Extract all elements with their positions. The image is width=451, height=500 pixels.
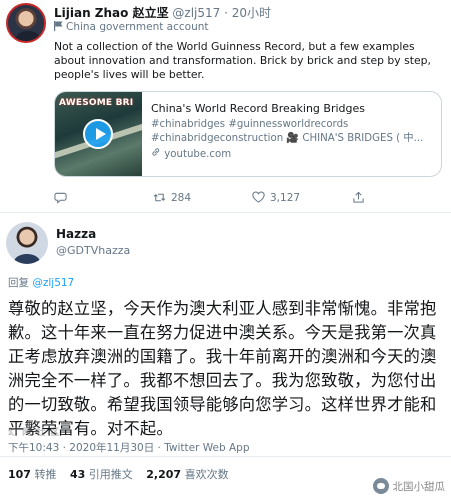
author-name[interactable]: Lijian Zhao 赵立坚	[54, 6, 169, 20]
tweet-text: Not a collection of the World Guinness R…	[54, 40, 431, 81]
play-icon[interactable]	[83, 119, 113, 149]
reply-stats: 107 转推 43 引用推文 2,207 喜欢次数	[8, 466, 229, 482]
account-watermark: 北国小甜瓜	[372, 478, 446, 494]
retweets-stat-label: 转推	[34, 468, 57, 481]
site-watermark: 幻 网 社 区	[8, 428, 61, 438]
header-separator: ·	[224, 6, 228, 20]
card-text: China's World Record Breaking Bridges #c…	[151, 102, 439, 160]
reply-timestamp[interactable]: 下午10:43 · 2020年11月30日 · Twitter Web App	[8, 440, 250, 455]
government-account-label: China government account	[54, 21, 209, 33]
government-account-text: China government account	[66, 21, 209, 33]
stats-divider	[0, 456, 451, 457]
link-card[interactable]: AWESOME BRI China's World Record Breakin…	[54, 91, 442, 177]
quotes-stat-label: 引用推文	[88, 468, 133, 481]
tweet-actions: 284 3,127	[54, 191, 446, 205]
retweet-button[interactable]: 284	[153, 191, 191, 204]
thumbnail-caption: AWESOME BRI	[59, 98, 134, 108]
like-count: 3,127	[270, 191, 301, 204]
tweet-divider	[0, 212, 451, 213]
tweet-header: Lijian Zhao 赵立坚 @zlj517 · 20小时	[54, 4, 271, 21]
quotes-stat[interactable]: 43 引用推文	[70, 468, 133, 481]
replying-to: 回复 @zlj517	[8, 275, 74, 290]
card-domain: youtube.com	[151, 147, 439, 160]
likes-stat-label: 喜欢次数	[184, 468, 229, 481]
card-desc-line2-end: CHINA'S BRIDGES ( 中...	[302, 132, 424, 144]
original-tweet: Lijian Zhao 赵立坚 @zlj517 · 20小时 China gov…	[0, 0, 451, 208]
retweet-count: 284	[171, 191, 192, 204]
watermark-text: 北国小甜瓜	[392, 480, 446, 493]
wechat-account-icon	[372, 478, 389, 494]
retweets-stat[interactable]: 107 转推	[8, 468, 56, 481]
reply-text: 尊敬的赵立坚，今天作为澳大利亚人感到非常惭愧。非常抱歉。这十年来一直在努力促进中…	[8, 299, 437, 438]
reply-icon	[54, 192, 67, 204]
retweet-icon	[153, 193, 166, 202]
card-desc-line1: #chinabridges #guinnessworldrecords	[151, 119, 349, 130]
author-handle[interactable]: @zlj517	[172, 6, 220, 20]
reply-button[interactable]	[54, 191, 72, 204]
heart-icon	[252, 191, 265, 203]
card-domain-text: youtube.com	[164, 149, 232, 160]
quotes-stat-count: 43	[69, 468, 86, 481]
tweet-time[interactable]: 20小时	[232, 6, 271, 20]
retweets-stat-count: 107	[8, 468, 31, 481]
replying-to-handle[interactable]: @zlj517	[32, 277, 74, 289]
camera-icon: 🎥	[286, 132, 300, 144]
likes-stat-count: 2,207	[146, 468, 182, 481]
card-description: #chinabridges #guinnessworldrecords #chi…	[151, 118, 439, 145]
replying-label: 回复	[8, 277, 29, 289]
share-button[interactable]	[352, 191, 370, 204]
flag-icon	[54, 21, 63, 31]
likes-stat[interactable]: 2,207 喜欢次数	[146, 468, 228, 481]
link-icon	[152, 148, 160, 156]
reply-author-avatar[interactable]	[6, 222, 48, 264]
like-button[interactable]: 3,127	[252, 191, 300, 204]
author-avatar[interactable]	[6, 3, 46, 43]
video-thumbnail[interactable]: AWESOME BRI	[55, 92, 142, 176]
reply-author-name[interactable]: Hazza	[56, 227, 96, 241]
card-desc-line2-start: #chinabridgeconstruction	[151, 132, 284, 144]
card-title: China's World Record Breaking Bridges	[151, 102, 365, 115]
share-icon	[353, 191, 364, 203]
reply-author-handle[interactable]: @GDTVhazza	[56, 244, 130, 257]
